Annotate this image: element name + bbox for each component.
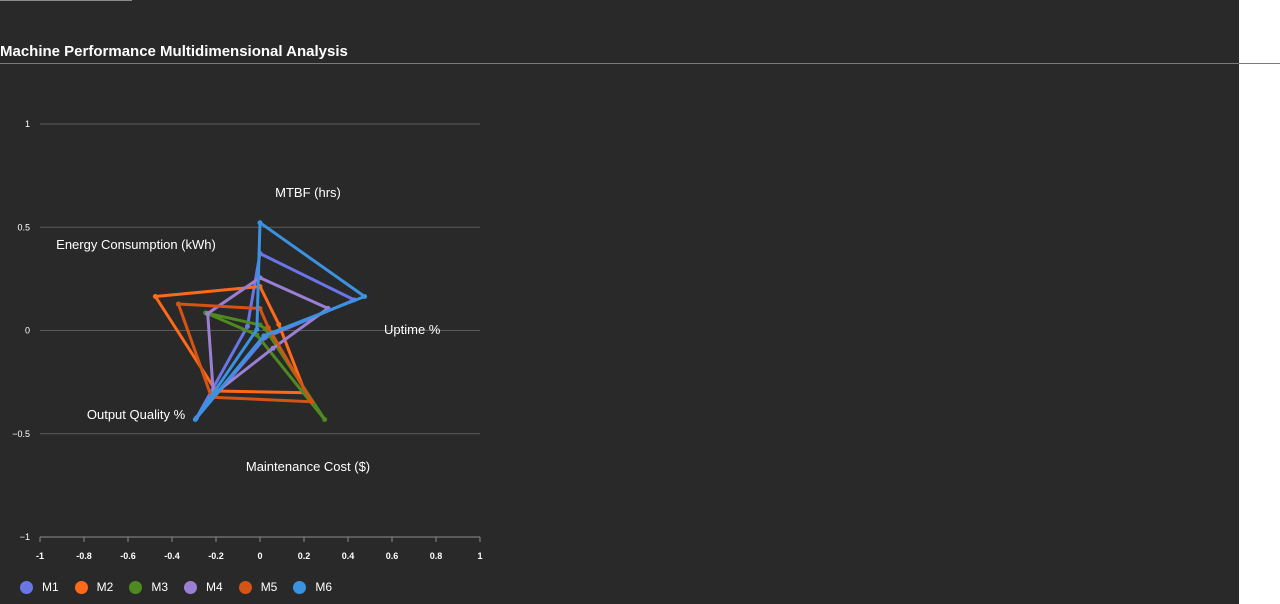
data-point[interactable] (244, 323, 250, 329)
data-point[interactable] (192, 416, 198, 422)
data-point[interactable] (257, 220, 263, 226)
legend-item-m2[interactable]: M2 (74, 580, 114, 594)
x-tick-label: 0.4 (342, 551, 355, 561)
data-point[interactable] (175, 301, 181, 307)
radar-axis-labels: MTBF (hrs) Uptime % Maintenance Cost ($) Ou… (56, 185, 441, 474)
series-m1 (194, 251, 357, 421)
data-point[interactable] (152, 294, 158, 300)
data-point[interactable] (276, 321, 282, 327)
radar-axis-label: MTBF (hrs) (275, 185, 341, 200)
legend-label: M3 (151, 580, 169, 594)
legend-label: M5 (260, 580, 278, 594)
x-tick-label: -0.4 (164, 551, 180, 561)
x-tick-label: -0.8 (76, 551, 92, 561)
legend-label: M6 (315, 580, 333, 594)
legend-label: M4 (206, 580, 223, 594)
y-tick-label: 0.5 (17, 222, 30, 232)
legend-item-m6[interactable]: M6 (293, 580, 332, 594)
legend: M1 M2 M3 M4 M5 M6 (20, 580, 348, 594)
y-tick-label: 1 (25, 119, 30, 129)
x-tick-label: 1 (477, 551, 482, 561)
radar-axis-label: Output Quality % (87, 407, 186, 422)
series-m5 (175, 301, 315, 405)
legend-swatch (20, 580, 33, 594)
radar-axis-label: Energy Consumption (kWh) (56, 237, 216, 252)
x-tick-label: -0.2 (208, 551, 224, 561)
radar-chart: -1 -0.8 -0.6 -0.4 -0.2 0 0.2 0.4 0.6 0.8 1 1 0.5 0 −0… (12, 119, 483, 561)
x-tick-label: 0 (257, 551, 262, 561)
data-point[interactable] (322, 416, 328, 422)
legend-item-m5[interactable]: M5 (238, 580, 278, 594)
x-tick-label: 0.6 (386, 551, 399, 561)
legend-swatch (184, 580, 198, 594)
legend-swatch (293, 580, 307, 594)
x-tick-label: 0.8 (430, 551, 443, 561)
x-tick-label: 0.2 (298, 551, 311, 561)
series-line (176, 302, 314, 404)
x-tick-label: -1 (36, 551, 44, 561)
data-point[interactable] (265, 325, 271, 331)
data-point[interactable] (254, 326, 260, 332)
legend-swatch (129, 580, 143, 594)
data-point[interactable] (362, 294, 368, 300)
y-tick-label: 0 (25, 326, 30, 336)
series-m3 (203, 310, 328, 422)
legend-label: M2 (96, 580, 114, 594)
legend-item-m4[interactable]: M4 (184, 580, 223, 594)
legend-swatch (238, 580, 252, 594)
y-tick-label: −1 (20, 532, 30, 542)
legend-item-m1[interactable]: M1 (20, 580, 59, 594)
data-point[interactable] (309, 399, 315, 405)
legend-swatch (74, 580, 88, 594)
y-tick-label: −0.5 (12, 429, 30, 439)
data-point[interactable] (270, 345, 276, 351)
x-tick-label: -0.6 (120, 551, 136, 561)
data-point[interactable] (261, 333, 267, 339)
data-point[interactable] (205, 311, 211, 317)
radar-axis-label: Maintenance Cost ($) (246, 459, 370, 474)
legend-label: M1 (42, 580, 59, 594)
y-axis: 1 0.5 0 −0.5 −1 (12, 119, 30, 542)
x-axis: -1 -0.8 -0.6 -0.4 -0.2 0 0.2 0.4 0.6 0.8 1 (36, 536, 483, 561)
radar-axis-label: Uptime % (384, 322, 441, 337)
series-line (193, 221, 367, 421)
legend-item-m3[interactable]: M3 (129, 580, 168, 594)
